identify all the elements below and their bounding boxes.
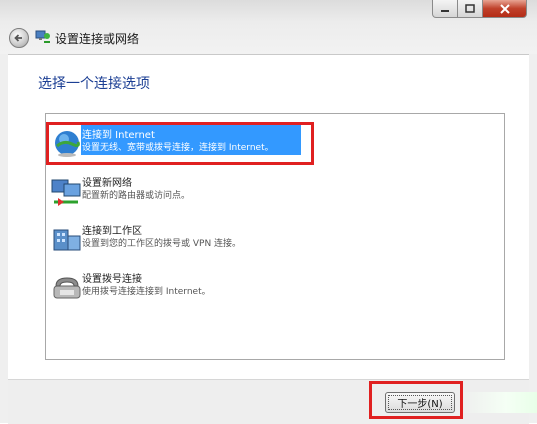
option-title: 设置拨号连接 (82, 274, 142, 285)
page-heading: 选择一个连接选项 (38, 76, 150, 92)
minimize-button[interactable] (432, 0, 458, 18)
network-icon (51, 179, 81, 206)
cancel-button-edge (460, 392, 537, 413)
window-frame-right (529, 54, 537, 423)
option-new-network[interactable]: 设置新网络 配置新的路由器或访问点。 (46, 174, 504, 218)
option-title: 连接到工作区 (82, 226, 142, 237)
maximize-icon (465, 4, 475, 13)
option-dialup[interactable]: 设置拨号连接 使用拨号连接连接到 Internet。 (46, 270, 504, 314)
annotation-box-next (369, 381, 463, 419)
back-button[interactable] (9, 28, 29, 48)
close-button[interactable] (483, 0, 527, 18)
network-setup-icon (35, 30, 50, 43)
option-connect-workplace[interactable]: 连接到工作区 设置到您的工作区的拨号或 VPN 连接。 (46, 222, 504, 266)
caption-buttons (432, 0, 527, 18)
window-title: 设置连接或网络 (55, 32, 140, 46)
option-description: 使用拨号连接连接到 Internet。 (82, 287, 211, 297)
option-description: 设置到您的工作区的拨号或 VPN 连接。 (82, 239, 242, 249)
back-arrow-icon (14, 34, 22, 42)
annotation-box-option (46, 122, 314, 165)
minimize-icon (441, 9, 449, 12)
close-icon (499, 3, 510, 14)
title-bar: 设置连接或网络 (0, 0, 537, 54)
option-title: 设置新网络 (82, 178, 132, 189)
maximize-button[interactable] (458, 0, 483, 18)
phone-modem-icon (53, 277, 81, 299)
workplace-icon (53, 229, 81, 251)
option-description: 配置新的路由器或访问点。 (82, 191, 191, 201)
window-frame-left (0, 54, 8, 423)
